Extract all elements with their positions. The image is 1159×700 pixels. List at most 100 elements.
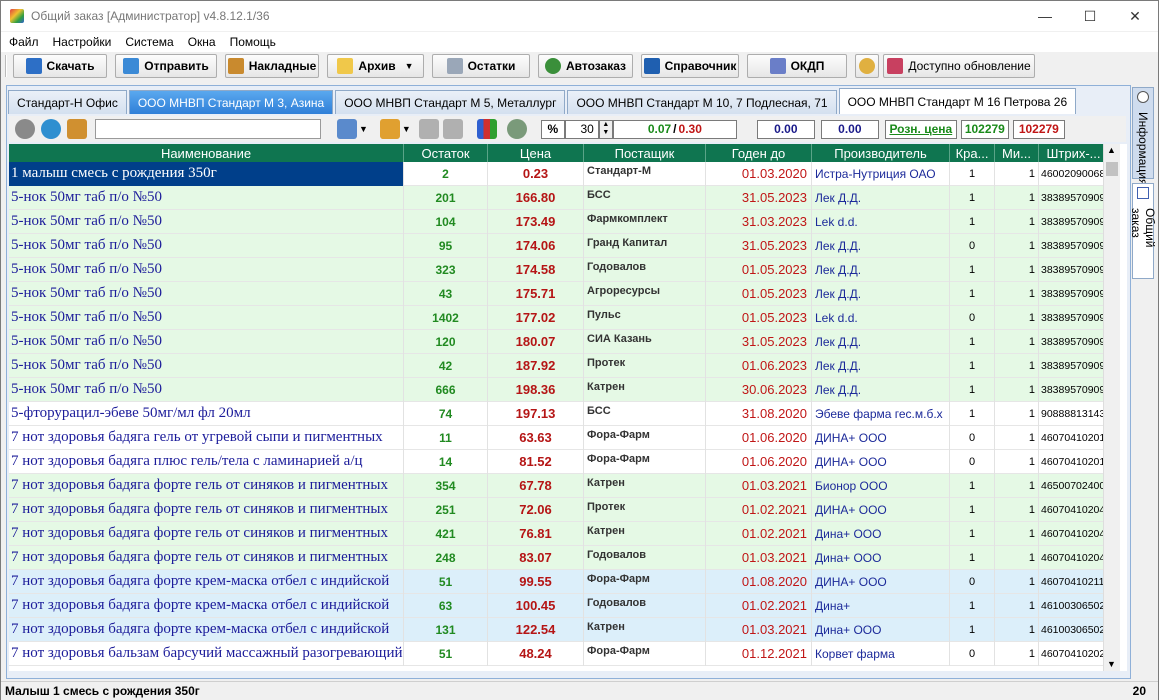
count-red-box: 102279 bbox=[1012, 119, 1065, 139]
table-row[interactable]: 7 нот здоровья бадяга форте гель от синя… bbox=[9, 545, 1109, 570]
reference-button[interactable]: Справочник bbox=[641, 54, 739, 78]
spin-up-icon[interactable]: ▲ bbox=[600, 121, 612, 130]
invoices-button[interactable]: Накладные bbox=[225, 54, 319, 78]
send-button[interactable]: Отправить bbox=[115, 54, 217, 78]
table-row[interactable]: 5-нок 50мг таб п/о №50 120 180.07 СИА Казан… bbox=[9, 329, 1109, 354]
maximize-button[interactable]: ☐ bbox=[1067, 1, 1113, 31]
arrow-up-icon[interactable] bbox=[442, 119, 463, 139]
col-expiry[interactable]: Годен до bbox=[706, 144, 812, 162]
table-row[interactable]: 1 малыш смесь с рождения 350г 2 0.23 Станда… bbox=[9, 161, 1109, 186]
cell-name: 5-нок 50мг таб п/о №50 bbox=[9, 257, 404, 282]
cell-mi: 1 bbox=[995, 641, 1039, 666]
menu-windows[interactable]: Окна bbox=[188, 35, 216, 49]
table-row[interactable]: 7 нот здоровья бальзам барсучий массажны… bbox=[9, 641, 1109, 666]
wand-chevron-down-icon[interactable]: ▼ bbox=[402, 124, 411, 134]
col-name[interactable]: Наименование bbox=[9, 144, 404, 162]
col-kr[interactable]: Кра... bbox=[950, 144, 995, 162]
col-price[interactable]: Цена bbox=[488, 144, 584, 162]
table-row[interactable]: 5-нок 50мг таб п/о №50 43 175.71 Агроресурс… bbox=[9, 281, 1109, 306]
menu-help[interactable]: Помощь bbox=[230, 35, 276, 49]
table-row[interactable]: 7 нот здоровья бадяга форте крем-маска о… bbox=[9, 617, 1109, 642]
tab-general-order-label: Общий заказ bbox=[1129, 208, 1157, 248]
table-row[interactable]: 7 нот здоровья бадяга форте гель от синя… bbox=[9, 521, 1109, 546]
table-row[interactable]: 5-нок 50мг таб п/о №50 323 174.58 Годовалов… bbox=[9, 257, 1109, 282]
cell-barcode: 46100306502 bbox=[1039, 593, 1109, 618]
invoice-icon bbox=[227, 58, 244, 74]
menu-settings[interactable]: Настройки bbox=[53, 35, 112, 49]
table-row[interactable]: 7 нот здоровья бадяга форте крем-маска о… bbox=[9, 569, 1109, 594]
cell-expiry: 31.05.2023 bbox=[706, 329, 812, 354]
table-body: 1 малыш смесь с рождения 350г 2 0.23 Станда… bbox=[9, 161, 1109, 666]
archive-button[interactable]: Архив ▼ bbox=[327, 54, 424, 78]
tab-azina[interactable]: ООО МНВП Стандарт М 3, Азина bbox=[128, 90, 334, 114]
table-row[interactable]: 5-нок 50мг таб п/о №50 201 166.80 БСС 31.05.… bbox=[9, 185, 1109, 210]
table-row[interactable]: 5-нок 50мг таб п/о №50 1402 177.02 Пульс 01.… bbox=[9, 305, 1109, 330]
table-row[interactable]: 7 нот здоровья бадяга форте гель от синя… bbox=[9, 473, 1109, 498]
tab-standard-n-office[interactable]: Стандарт-Н Офис bbox=[8, 90, 127, 114]
clock-icon[interactable] bbox=[506, 119, 527, 139]
retail-price-link[interactable]: Розн. цена bbox=[884, 119, 957, 139]
cell-kr: 1 bbox=[950, 377, 995, 402]
filter-chevron-down-icon[interactable]: ▼ bbox=[359, 124, 368, 134]
cell-supplier: Фора-Фарм bbox=[584, 641, 706, 666]
stock-button[interactable]: Остатки bbox=[432, 54, 530, 78]
table-row[interactable]: 5-нок 50мг таб п/о №50 666 198.36 Катрен 30.… bbox=[9, 377, 1109, 402]
autoorder-button[interactable]: Автозаказ bbox=[538, 54, 633, 78]
table-row[interactable]: 5-фторурацил-эбеве 50мг/мл фл 20мл 74 197.… bbox=[9, 401, 1109, 426]
cell-name: 5-нок 50мг таб п/о №50 bbox=[9, 305, 404, 330]
close-button[interactable]: ✕ bbox=[1112, 1, 1158, 31]
table-row[interactable]: 7 нот здоровья бадяга плюс гель/тела с л… bbox=[9, 449, 1109, 474]
globe-icon[interactable] bbox=[41, 119, 61, 139]
wand-icon[interactable] bbox=[379, 119, 400, 139]
cell-barcode: 90888813143 bbox=[1039, 401, 1109, 426]
gear-icon[interactable] bbox=[15, 119, 35, 139]
cell-manufacturer: Лек Д.Д. bbox=[812, 353, 950, 378]
cell-stock: 74 bbox=[404, 401, 488, 426]
chevron-down-icon[interactable]: ▼ bbox=[405, 61, 414, 71]
spin-down-icon[interactable]: ▼ bbox=[600, 129, 612, 138]
menu-file[interactable]: Файл bbox=[9, 35, 39, 49]
col-barcode[interactable]: Штрих-... bbox=[1039, 144, 1109, 162]
search-input[interactable] bbox=[95, 119, 321, 139]
table-row[interactable]: 5-нок 50мг таб п/о №50 42 187.92 Протек 01.0… bbox=[9, 353, 1109, 378]
table-row[interactable]: 5-нок 50мг таб п/о №50 104 173.49 Фармкомпл… bbox=[9, 209, 1109, 234]
table-row[interactable]: 7 нот здоровья бадяга форте гель от синя… bbox=[9, 497, 1109, 522]
vertical-scrollbar[interactable]: ▲ ▼ bbox=[1103, 144, 1120, 671]
cell-name: 5-фторурацил-эбеве 50мг/мл фл 20мл bbox=[9, 401, 404, 426]
chart-icon[interactable] bbox=[476, 119, 497, 139]
table-row[interactable]: 7 нот здоровья бадяга форте крем-маска о… bbox=[9, 593, 1109, 618]
scroll-thumb[interactable] bbox=[1106, 162, 1118, 176]
cell-barcode: 46070410204 bbox=[1039, 545, 1109, 570]
col-manufacturer[interactable]: Производитель bbox=[812, 144, 950, 162]
menu-system[interactable]: Система bbox=[125, 35, 173, 49]
tab-metallurg[interactable]: ООО МНВП Стандарт М 5, Металлург bbox=[335, 90, 566, 114]
percent-spinner[interactable]: ▲ ▼ bbox=[598, 119, 613, 139]
col-supplier[interactable]: Постащик bbox=[584, 144, 706, 162]
cell-price: 197.13 bbox=[488, 401, 584, 426]
scroll-up-icon[interactable]: ▲ bbox=[1107, 145, 1116, 155]
tab-podlesnaya[interactable]: ООО МНВП Стандарт М 10, 7 Подлесная, 71 bbox=[567, 90, 837, 114]
tab-petrova[interactable]: ООО МНВП Стандарт М 16 Петрова 26 bbox=[838, 88, 1077, 114]
users-button[interactable] bbox=[855, 54, 879, 78]
filter-icon[interactable] bbox=[337, 119, 357, 139]
scroll-down-icon[interactable]: ▼ bbox=[1107, 659, 1116, 669]
cell-supplier: Катрен bbox=[584, 617, 706, 642]
truck-icon[interactable] bbox=[67, 119, 87, 139]
cell-price: 76.81 bbox=[488, 521, 584, 546]
cell-supplier: Протек bbox=[584, 497, 706, 522]
okdp-button[interactable]: ОКДП bbox=[747, 54, 847, 78]
download-icon bbox=[25, 58, 42, 74]
col-stock[interactable]: Остаток bbox=[404, 144, 488, 162]
cell-price: 198.36 bbox=[488, 377, 584, 402]
percent-input[interactable]: 30 bbox=[564, 119, 599, 139]
arrow-down-icon[interactable] bbox=[418, 119, 439, 139]
table-row[interactable]: 7 нот здоровья бадяга гель от угревой сы… bbox=[9, 425, 1109, 450]
download-button[interactable]: Скачать bbox=[13, 54, 107, 78]
cell-supplier: Катрен bbox=[584, 377, 706, 402]
table-row[interactable]: 5-нок 50мг таб п/о №50 95 174.06 Гранд Капи… bbox=[9, 233, 1109, 258]
update-button[interactable]: Доступно обновление bbox=[883, 54, 1035, 78]
cell-price: 187.92 bbox=[488, 353, 584, 378]
cell-stock: 11 bbox=[404, 425, 488, 450]
minimize-button[interactable]: — bbox=[1022, 1, 1068, 31]
col-mi[interactable]: Ми... bbox=[995, 144, 1039, 162]
